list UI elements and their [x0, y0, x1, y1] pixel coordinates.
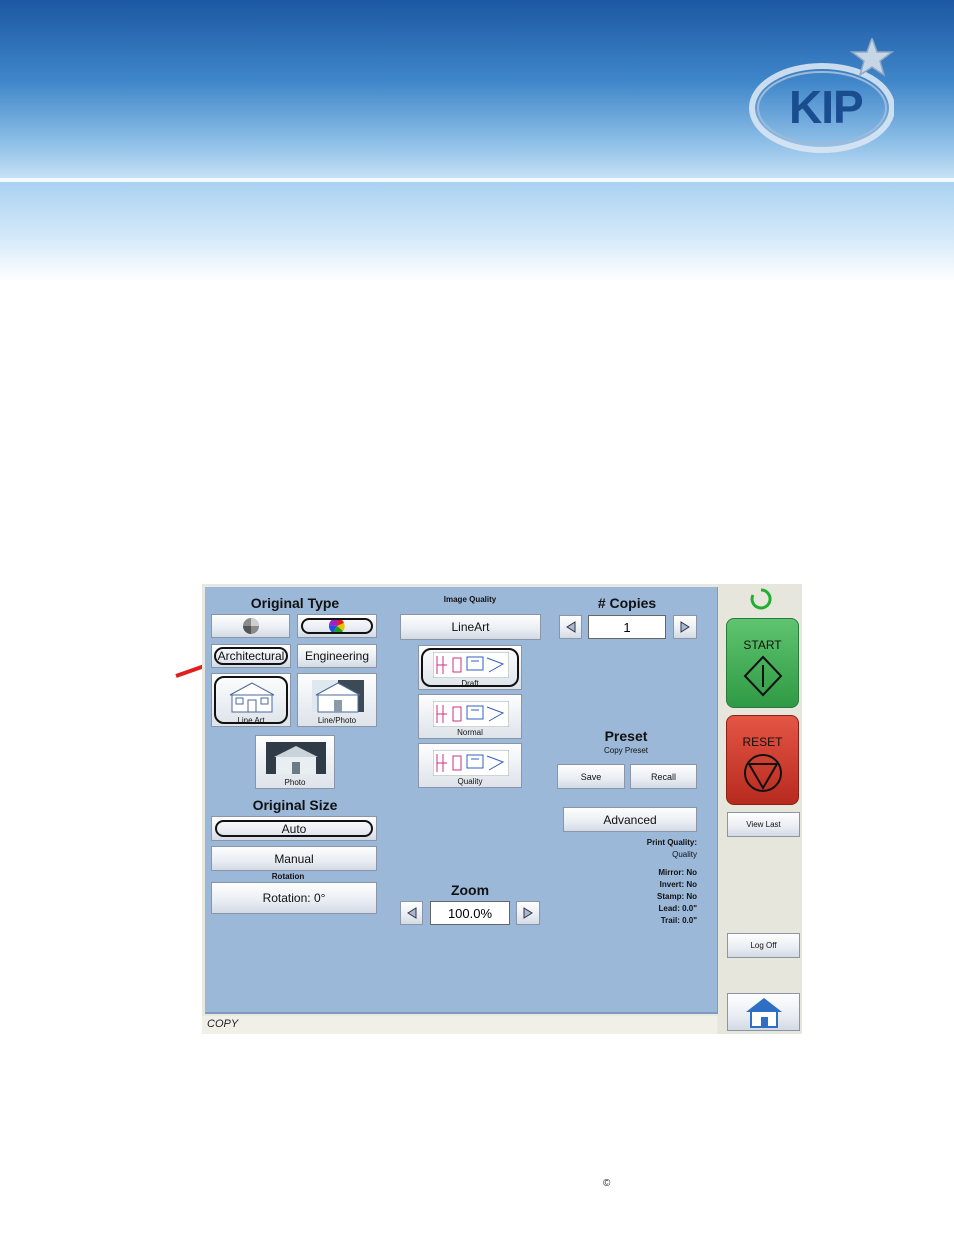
- photo-label: Photo: [284, 778, 306, 787]
- copies-value-field[interactable]: 1: [588, 615, 666, 639]
- preset-subtitle: Copy Preset: [603, 746, 649, 755]
- copies-title: # Copies: [597, 595, 657, 611]
- line-art-label: Line Art: [237, 716, 265, 725]
- reset-button[interactable]: RESET: [726, 715, 799, 805]
- log-off-button[interactable]: Log Off: [727, 933, 800, 958]
- setting-lead: Lead: 0.0": [658, 904, 697, 913]
- refresh-icon: [750, 588, 772, 610]
- quality-quality-label: Quality: [457, 777, 483, 786]
- image-quality-mode-button[interactable]: LineArt: [400, 614, 541, 640]
- architectural-button[interactable]: Architectural: [211, 644, 291, 668]
- zoom-increase-button[interactable]: [516, 901, 540, 925]
- arrow-left-icon: [406, 907, 416, 919]
- house-photo-icon: [266, 742, 326, 774]
- line-photo-button[interactable]: Line/Photo: [297, 673, 377, 727]
- side-controls: START RESET View Last Log Off: [718, 584, 802, 1034]
- color-button[interactable]: [297, 614, 377, 638]
- preset-recall-button[interactable]: Recall: [630, 764, 697, 789]
- copy-screen: Original Type Architectural Engineering …: [202, 584, 802, 1034]
- setting-mirror: Mirror: No: [658, 868, 697, 877]
- home-button[interactable]: [727, 993, 800, 1031]
- draft-drawing-icon: [433, 652, 509, 678]
- grayscale-button[interactable]: [211, 614, 290, 638]
- print-quality-title: Print Quality:: [646, 838, 697, 847]
- grayscale-icon: [242, 618, 259, 634]
- engineering-button[interactable]: Engineering: [297, 644, 377, 668]
- start-diamond-icon: [743, 655, 783, 697]
- normal-drawing-icon: [433, 701, 509, 727]
- original-type-title: Original Type: [250, 595, 340, 611]
- copies-decrease-button[interactable]: [559, 615, 582, 639]
- home-icon: [745, 998, 782, 1028]
- zoom-value-field[interactable]: 100.0%: [430, 901, 510, 925]
- arrow-right-icon: [523, 907, 533, 919]
- photo-button[interactable]: Photo: [255, 735, 335, 789]
- draft-quality-label: Draft: [461, 679, 479, 688]
- copies-increase-button[interactable]: [673, 615, 697, 639]
- original-size-title: Original Size: [252, 797, 338, 813]
- quality-drawing-icon: [433, 750, 509, 776]
- arrow-right-icon: [680, 621, 690, 633]
- setting-stamp: Stamp: No: [657, 892, 697, 901]
- line-photo-label: Line/Photo: [317, 716, 357, 725]
- start-button[interactable]: START: [726, 618, 799, 708]
- status-bar: COPY: [202, 1016, 717, 1034]
- reset-label: RESET: [742, 735, 783, 749]
- zoom-title: Zoom: [450, 882, 490, 898]
- setting-trail: Trail: 0.0": [660, 916, 697, 925]
- quality-quality-button[interactable]: Quality: [418, 743, 522, 788]
- start-label: START: [743, 638, 782, 652]
- image-quality-title: Image Quality: [443, 595, 497, 604]
- line-art-button[interactable]: Line Art: [211, 673, 291, 727]
- zoom-decrease-button[interactable]: [400, 901, 423, 925]
- view-last-button[interactable]: View Last: [727, 812, 800, 837]
- manual-size-button[interactable]: Manual: [211, 846, 377, 871]
- header-fade: [0, 182, 954, 282]
- preset-title: Preset: [604, 728, 648, 744]
- rotation-title: Rotation: [271, 872, 305, 881]
- arrow-left-icon: [565, 621, 575, 633]
- house-line-photo-icon: [312, 680, 364, 713]
- status-mode-label: COPY: [207, 1018, 239, 1030]
- copyright-symbol: ©: [603, 1178, 611, 1189]
- print-quality-value: Quality: [672, 850, 697, 859]
- preset-save-button[interactable]: Save: [557, 764, 625, 789]
- stop-circle-icon: [744, 754, 782, 792]
- normal-quality-button[interactable]: Normal: [418, 694, 522, 739]
- print-info: Print Quality: Quality Mirror: No Invert…: [585, 838, 697, 938]
- draft-quality-button[interactable]: Draft: [418, 645, 522, 690]
- advanced-button[interactable]: Advanced: [563, 807, 697, 832]
- rotation-button[interactable]: Rotation: 0°: [211, 882, 377, 914]
- auto-size-button[interactable]: Auto: [211, 816, 377, 841]
- copy-panel: Original Type Architectural Engineering …: [205, 587, 719, 1014]
- setting-invert: Invert: No: [659, 880, 697, 889]
- normal-quality-label: Normal: [457, 728, 483, 737]
- house-line-art-icon: [229, 682, 275, 713]
- kip-logo-text: KIP: [789, 81, 864, 133]
